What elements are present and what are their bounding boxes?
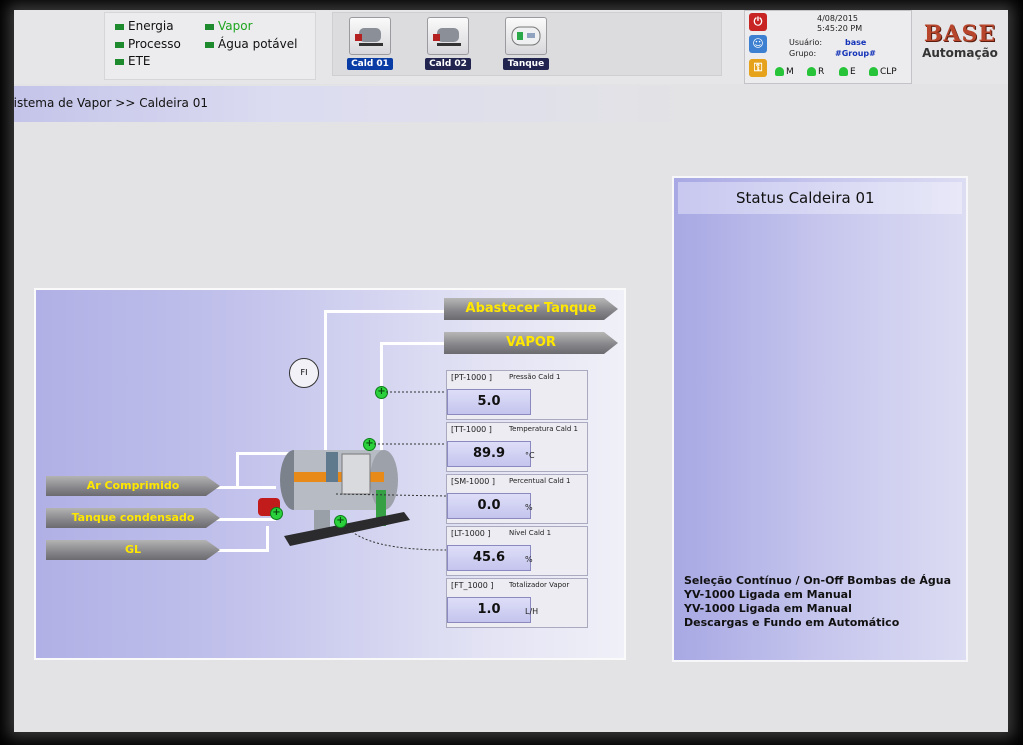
status-line: YV-1000 Ligada em Manual — [684, 602, 852, 615]
status-line: YV-1000 Ligada em Manual — [684, 588, 852, 601]
group-label: Grupo: — [789, 49, 817, 58]
process-panel: Abastecer Tanque VAPOR Ar Comprimido Tan… — [34, 288, 626, 660]
nav-energia[interactable]: Energia — [115, 19, 174, 33]
led-icon — [807, 67, 816, 76]
status-line: Seleção Contínuo / On-Off Bombas de Água — [684, 574, 952, 587]
nav-label: Água potável — [218, 37, 298, 51]
nav-label: ETE — [128, 54, 151, 68]
date: 4/08/2015 — [817, 14, 859, 23]
led-r: R — [807, 67, 824, 77]
led-icon — [869, 67, 878, 76]
nav-label: Processo — [128, 37, 181, 51]
led-icon — [839, 67, 848, 76]
status-panel-title: Status Caldeira 01 — [736, 189, 875, 207]
status-line: Descargas e Fundo em Automático — [684, 616, 900, 629]
tab-label: Tanque — [503, 58, 549, 70]
status-square-icon — [115, 58, 124, 65]
nav-label: Vapor — [218, 19, 253, 33]
time: 5:45:20 PM — [817, 24, 863, 33]
led-icon — [775, 67, 784, 76]
led-label: CLP — [880, 67, 897, 77]
key-icon[interactable]: ⚿ — [749, 59, 767, 77]
tab-label: Cald 01 — [347, 58, 393, 70]
boiler-icon — [427, 17, 469, 55]
user-icon[interactable]: ☺ — [749, 35, 767, 53]
status-panel: Status Caldeira 01 Seleção Contínuo / On… — [672, 176, 968, 662]
user-value: base — [845, 38, 867, 47]
area-navigation: Energia Vapor Processo Água potável ETE — [104, 12, 316, 80]
logo-subtext: Automação — [922, 46, 998, 60]
group-value: #Group# — [835, 49, 876, 58]
user-label: Usuário: — [789, 38, 823, 47]
tab-cald-01[interactable]: Cald 01 — [347, 17, 393, 70]
tab-label: Cald 02 — [425, 58, 471, 70]
logo-text: BASE — [923, 21, 997, 47]
screen-tabs: Cald 01 Cald 02 Tanque — [332, 12, 722, 76]
led-label: R — [818, 67, 825, 77]
nav-ete[interactable]: ETE — [115, 54, 151, 68]
status-square-icon — [115, 41, 124, 48]
status-square-icon — [205, 23, 214, 30]
status-square-icon — [115, 23, 124, 30]
breadcrumb-text: Sistema de Vapor >> Caldeira 01 — [14, 96, 208, 110]
led-e: E — [839, 67, 856, 77]
breadcrumb: Sistema de Vapor >> Caldeira 01 — [14, 86, 694, 122]
company-logo: BASE Automação — [914, 22, 1006, 60]
led-label: E — [850, 67, 856, 77]
tab-tanque[interactable]: Tanque — [503, 17, 549, 70]
power-icon[interactable]: ⏻ — [749, 13, 767, 31]
led-m: M — [775, 67, 794, 77]
tab-cald-02[interactable]: Cald 02 — [425, 17, 471, 70]
top-bar: Energia Vapor Processo Água potável ETE … — [14, 10, 1008, 84]
led-clp: CLP — [869, 67, 897, 77]
session-status: ⏻ ☺ ⚿ 4/08/2015 5:45:20 PM Usuário: base… — [744, 10, 912, 84]
led-label: M — [786, 67, 794, 77]
nav-vapor[interactable]: Vapor — [205, 19, 253, 33]
signal-lines — [335, 391, 447, 551]
nav-processo[interactable]: Processo — [115, 37, 181, 51]
boiler-icon — [349, 17, 391, 55]
nav-label: Energia — [128, 19, 174, 33]
status-square-icon — [205, 41, 214, 48]
status-panel-header: Status Caldeira 01 — [678, 182, 962, 214]
scada-screen: Energia Vapor Processo Água potável ETE … — [14, 10, 1008, 732]
tank-icon — [505, 17, 547, 55]
nav-agua-potavel[interactable]: Água potável — [205, 37, 297, 51]
